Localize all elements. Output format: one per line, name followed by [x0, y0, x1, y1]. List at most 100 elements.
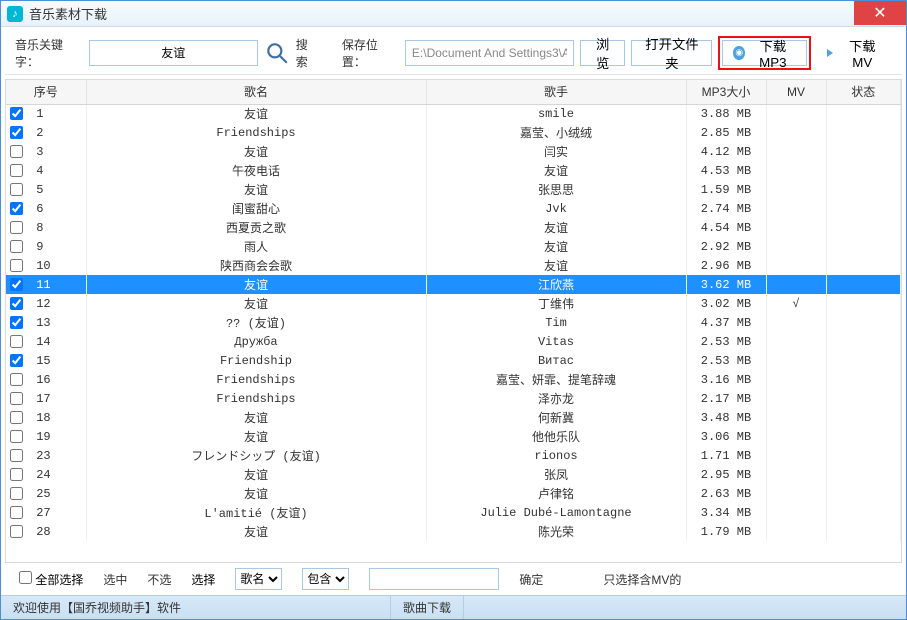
download-mp3-button[interactable]: ◉ 下载MP3: [722, 40, 806, 66]
row-checkbox[interactable]: [10, 259, 23, 272]
cell-song: 友谊: [86, 427, 426, 446]
cell-state: [826, 389, 901, 408]
row-checkbox[interactable]: [10, 126, 23, 139]
table-row[interactable]: 5友谊张思思1.59 MB: [6, 180, 901, 199]
cell-song: 雨人: [86, 237, 426, 256]
row-checkbox[interactable]: [10, 373, 23, 386]
row-checkbox[interactable]: [10, 506, 23, 519]
col-size[interactable]: MP3大小: [686, 80, 766, 104]
table-row[interactable]: 3友谊闫实4.12 MB: [6, 142, 901, 161]
table-row[interactable]: 17Friendships泽亦龙2.17 MB: [6, 389, 901, 408]
row-checkbox[interactable]: [10, 164, 23, 177]
row-checkbox[interactable]: [10, 392, 23, 405]
col-seq[interactable]: 序号: [6, 80, 86, 104]
table-row[interactable]: 24友谊张凤2.95 MB: [6, 465, 901, 484]
select-all-checkbox[interactable]: 全部选择: [19, 571, 83, 588]
table-row[interactable]: 28友谊陈光荣1.79 MB: [6, 522, 901, 541]
cell-song: 陕西商会会歌: [86, 256, 426, 275]
cell-mv: √: [766, 294, 826, 313]
col-artist[interactable]: 歌手: [426, 80, 686, 104]
cell-state: [826, 332, 901, 351]
row-checkbox[interactable]: [10, 525, 23, 538]
window: ♪ 音乐素材下载 ✕ 音乐关键字： 搜索 保存位置： 浏览 打开文件夹 ◉ 下载…: [0, 0, 907, 620]
row-checkbox[interactable]: [10, 183, 23, 196]
titlebar[interactable]: ♪ 音乐素材下载 ✕: [1, 1, 906, 27]
table-row[interactable]: 1友谊smile3.88 MB: [6, 104, 901, 123]
op-select[interactable]: 包含: [302, 568, 349, 590]
row-checkbox[interactable]: [10, 468, 23, 481]
search-icon[interactable]: [264, 39, 290, 67]
table-row[interactable]: 2Friendships嘉莹、小绒绒2.85 MB: [6, 123, 901, 142]
row-checkbox[interactable]: [10, 240, 23, 253]
cell-state: [826, 408, 901, 427]
cell-song: 友谊: [86, 294, 426, 313]
cell-size: 4.12 MB: [686, 142, 766, 161]
table-row[interactable]: 8西夏贡之歌友谊4.54 MB: [6, 218, 901, 237]
table-row[interactable]: 25友谊卢律铭2.63 MB: [6, 484, 901, 503]
results-scroll[interactable]: 序号 歌名 歌手 MP3大小 MV 状态 1友谊smile3.88 MB 2Fr…: [6, 80, 901, 562]
footer-options: 全部选择 选中 不选 选择 歌名 包含 确定 只选择含MV的: [5, 563, 902, 595]
cell-state: [826, 256, 901, 275]
col-mv[interactable]: MV: [766, 80, 826, 104]
cell-size: 2.74 MB: [686, 199, 766, 218]
row-checkbox[interactable]: [10, 354, 23, 367]
row-checkbox[interactable]: [10, 297, 23, 310]
row-checkbox[interactable]: [10, 278, 23, 291]
table-row[interactable]: 27L'amitié (友谊)Julie Dubé-Lamontagne3.34…: [6, 503, 901, 522]
cell-state: [826, 446, 901, 465]
row-checkbox[interactable]: [10, 449, 23, 462]
row-checkbox[interactable]: [10, 202, 23, 215]
table-row[interactable]: 14ДружбаVitas2.53 MB: [6, 332, 901, 351]
table-row[interactable]: 19友谊他他乐队3.06 MB: [6, 427, 901, 446]
cell-size: 2.53 MB: [686, 332, 766, 351]
cell-artist: 陈光荣: [426, 522, 686, 541]
keyword-input[interactable]: [89, 40, 258, 66]
open-folder-button[interactable]: 打开文件夹: [631, 40, 712, 66]
search-label: 搜索: [296, 36, 317, 70]
browse-button[interactable]: 浏览: [580, 40, 626, 66]
row-checkbox[interactable]: [10, 316, 23, 329]
table-row[interactable]: 6闺蜜甜心Jvk2.74 MB: [6, 199, 901, 218]
row-checkbox[interactable]: [10, 487, 23, 500]
table-row[interactable]: 16Friendships嘉莹、妍霏、提笔辞魂3.16 MB: [6, 370, 901, 389]
row-checkbox[interactable]: [10, 221, 23, 234]
table-row[interactable]: 15FriendshipВитас2.53 MB: [6, 351, 901, 370]
status-task: 歌曲下载: [391, 596, 464, 619]
body: 序号 歌名 歌手 MP3大小 MV 状态 1友谊smile3.88 MB 2Fr…: [1, 79, 906, 563]
table-row[interactable]: 4午夜电话友谊4.53 MB: [6, 161, 901, 180]
unselect-link[interactable]: 不选: [147, 571, 171, 588]
cell-mv: [766, 199, 826, 218]
selected-link[interactable]: 选中: [103, 571, 127, 588]
cell-state: [826, 199, 901, 218]
cell-state: [826, 351, 901, 370]
row-checkbox[interactable]: [10, 145, 23, 158]
confirm-link[interactable]: 确定: [519, 571, 543, 588]
row-checkbox[interactable]: [10, 411, 23, 424]
cell-size: 3.34 MB: [686, 503, 766, 522]
table-row[interactable]: 13?? (友谊)Tim4.37 MB: [6, 313, 901, 332]
filter-value-input[interactable]: [369, 568, 499, 590]
row-checkbox[interactable]: [10, 335, 23, 348]
only-mv-link[interactable]: 只选择含MV的: [603, 571, 681, 588]
col-state[interactable]: 状态: [826, 80, 901, 104]
cell-song: 友谊: [86, 142, 426, 161]
close-button[interactable]: ✕: [854, 1, 906, 25]
table-row[interactable]: 23フレンドシップ (友谊)rionos1.71 MB: [6, 446, 901, 465]
save-path-input[interactable]: [405, 40, 574, 66]
row-checkbox[interactable]: [10, 107, 23, 120]
table-row[interactable]: 12友谊丁维伟3.02 MB√: [6, 294, 901, 313]
col-song[interactable]: 歌名: [86, 80, 426, 104]
row-checkbox[interactable]: [10, 430, 23, 443]
cell-size: 2.92 MB: [686, 237, 766, 256]
cell-artist: 卢律铭: [426, 484, 686, 503]
cell-mv: [766, 275, 826, 294]
table-row[interactable]: 10陕西商会会歌友谊2.96 MB: [6, 256, 901, 275]
cell-song: 午夜电话: [86, 161, 426, 180]
table-row[interactable]: 9雨人友谊2.92 MB: [6, 237, 901, 256]
cell-size: 3.02 MB: [686, 294, 766, 313]
download-mv-label: 下载MV: [843, 36, 882, 70]
download-mv-button[interactable]: 下载MV: [817, 40, 892, 66]
table-row[interactable]: 11友谊江欣燕3.62 MB: [6, 275, 901, 294]
table-row[interactable]: 18友谊何新冀3.48 MB: [6, 408, 901, 427]
field-select[interactable]: 歌名: [235, 568, 282, 590]
